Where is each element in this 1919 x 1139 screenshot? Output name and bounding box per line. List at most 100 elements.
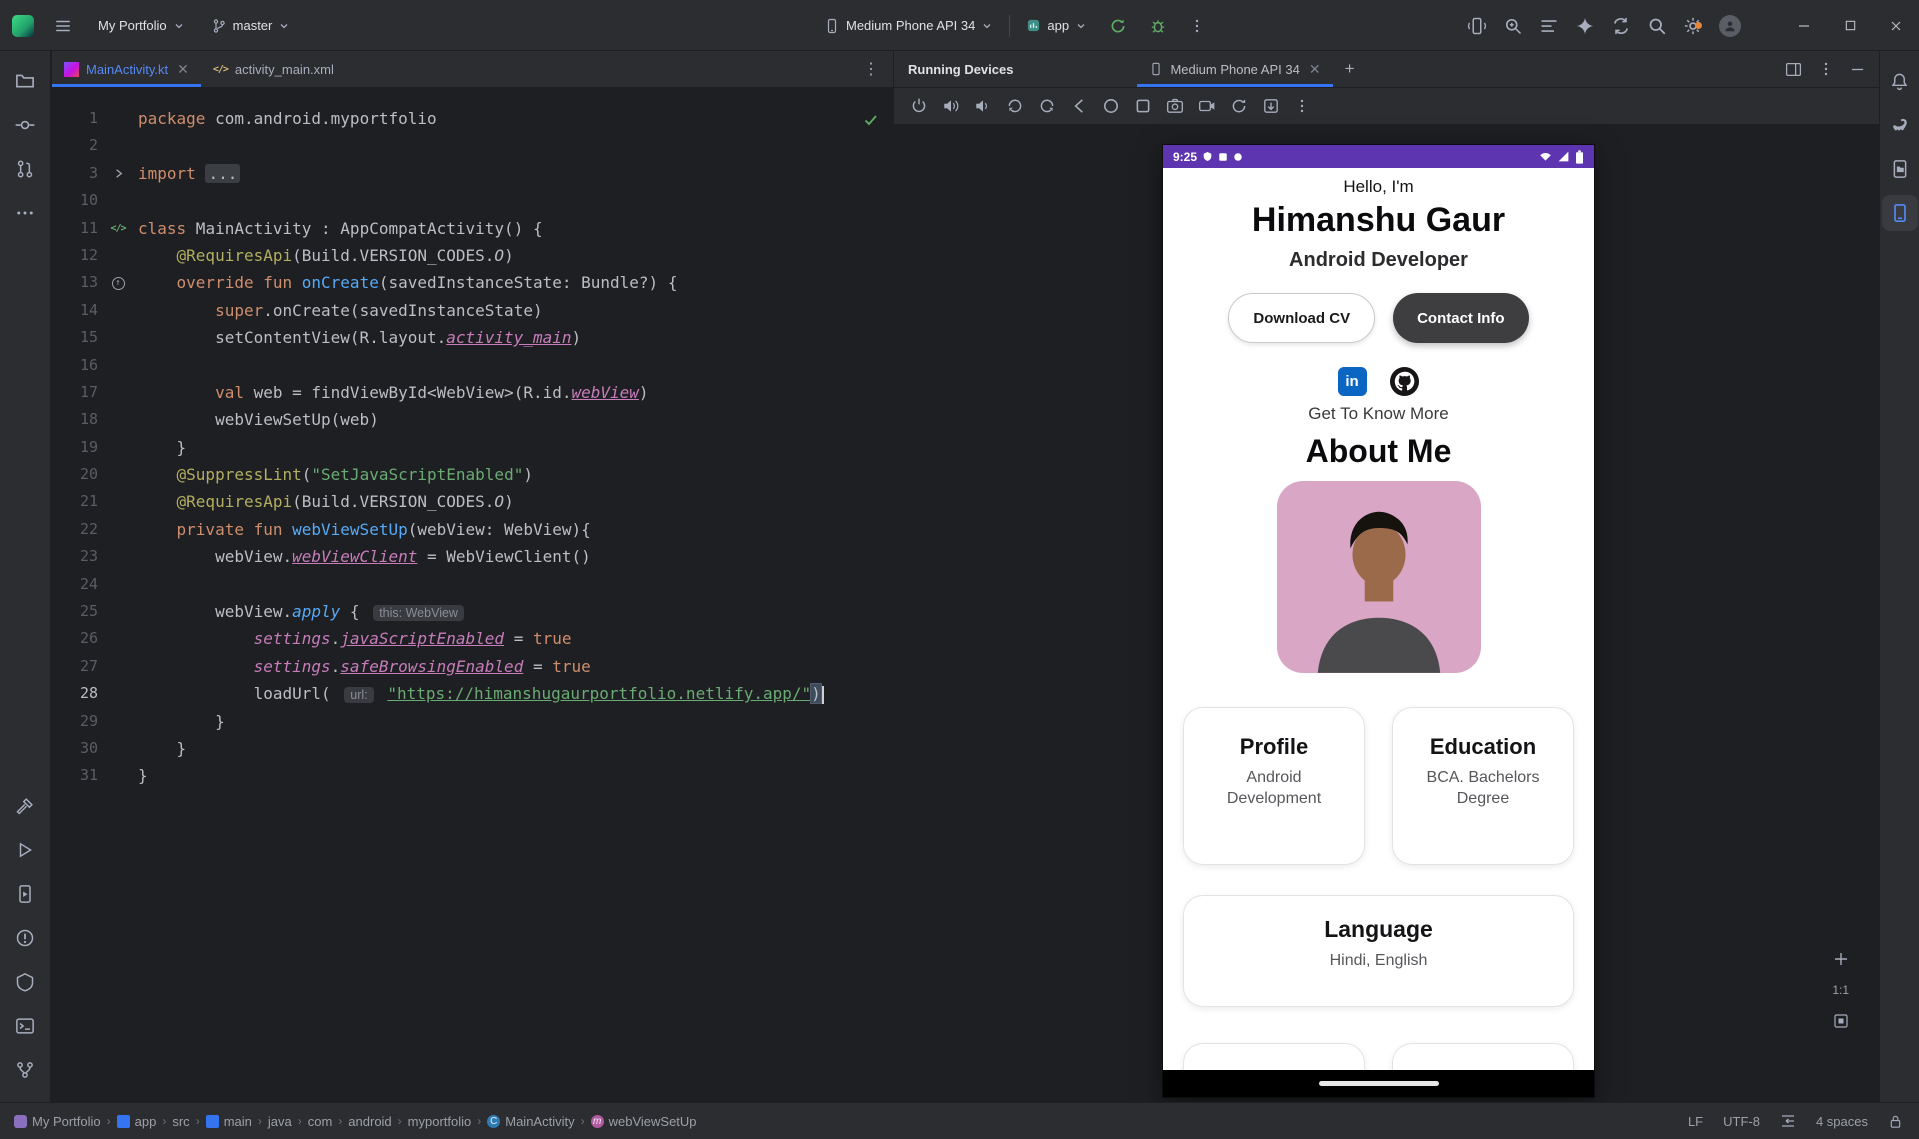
language-card[interactable]: Language Hindi, English <box>1183 895 1574 1007</box>
restart-icon[interactable] <box>1230 97 1248 115</box>
code-line[interactable]: 19 } <box>52 434 893 461</box>
breadcrumb-item[interactable]: m webViewSetUp <box>590 1114 697 1129</box>
rotate-right-icon[interactable] <box>1038 97 1056 115</box>
device-tab[interactable]: Medium Phone API 34 ✕ <box>1137 51 1333 87</box>
running-devices-button[interactable] <box>1881 195 1918 231</box>
gemini-icon[interactable] <box>1575 16 1595 36</box>
inspections-ok-icon[interactable] <box>863 112 879 128</box>
close-button[interactable] <box>1873 0 1919 51</box>
code-line[interactable]: 31} <box>52 762 893 789</box>
zoom-ratio-label[interactable]: 1:1 <box>1832 983 1849 997</box>
linkedin-icon[interactable]: in <box>1337 367 1367 396</box>
find-in-files-icon[interactable] <box>1503 16 1523 36</box>
back-icon[interactable] <box>1070 97 1088 115</box>
build-tool-button[interactable] <box>7 788 43 824</box>
sync-project-icon[interactable] <box>1611 16 1631 36</box>
breadcrumb-item[interactable]: My Portfolio <box>14 1114 101 1129</box>
more-actions-button[interactable] <box>1183 14 1211 38</box>
terminal-tool-button[interactable] <box>7 1008 43 1044</box>
project-tool-button[interactable] <box>7 63 43 99</box>
breadcrumb-item[interactable]: myportfolio <box>408 1114 472 1129</box>
line-separator-widget[interactable]: LF <box>1688 1114 1703 1129</box>
more-vertical-icon[interactable] <box>1294 98 1310 114</box>
run-tool-button[interactable] <box>7 832 43 868</box>
github-icon[interactable] <box>1389 366 1420 397</box>
code-line[interactable]: 24 <box>52 571 893 598</box>
tab-close-icon[interactable]: ✕ <box>177 61 189 78</box>
screenshot-icon[interactable] <box>1166 97 1184 115</box>
tab-options-button[interactable]: ⋮ <box>849 59 893 79</box>
overview-icon[interactable] <box>1134 97 1152 115</box>
code-line[interactable]: 13 ↑ override fun onCreate(savedInstanceS… <box>52 269 893 296</box>
main-menu-button[interactable] <box>48 13 78 39</box>
settings-button[interactable] <box>1683 16 1703 36</box>
version-control-tool-button[interactable] <box>7 1052 43 1088</box>
rerun-button[interactable] <box>1103 13 1133 39</box>
code-line[interactable]: 28 loadUrl( url: "https://himanshugaurpo… <box>52 680 893 707</box>
logcat-icon[interactable] <box>1539 16 1559 36</box>
code-line[interactable]: 17 val web = findViewById<WebView>(R.id.… <box>52 379 893 406</box>
code-line[interactable]: 25 webView.apply { this: WebView <box>52 598 893 625</box>
minimize-button[interactable] <box>1781 0 1827 51</box>
screen-record-icon[interactable] <box>1198 97 1216 115</box>
education-card[interactable]: Education BCA. Bachelors Degree <box>1392 707 1574 865</box>
power-icon[interactable] <box>910 97 928 115</box>
account-avatar[interactable] <box>1719 14 1741 37</box>
volume-down-icon[interactable] <box>974 97 992 115</box>
more-tool-windows-button[interactable] <box>7 195 43 231</box>
indent-widget[interactable]: 4 spaces <box>1816 1114 1868 1129</box>
download-cv-button[interactable]: Download CV <box>1228 293 1376 343</box>
vcs-branch-widget[interactable]: master <box>205 14 297 38</box>
code-line[interactable]: 11 </> class MainActivity : AppCompatActiv… <box>52 215 893 242</box>
lock-icon[interactable] <box>1888 1114 1903 1129</box>
code-line[interactable]: 30 } <box>52 735 893 762</box>
code-line[interactable]: 2 <box>52 132 893 159</box>
code-line[interactable]: 15 setContentView(R.layout.activity_main… <box>52 324 893 351</box>
code-line[interactable]: 29 } <box>52 708 893 735</box>
overrides-icon[interactable]: ↑ <box>98 269 138 296</box>
rotate-left-icon[interactable] <box>1006 97 1024 115</box>
breadcrumb-item[interactable]: src <box>172 1114 189 1129</box>
breadcrumb-item[interactable]: app <box>116 1114 156 1129</box>
split-view-icon[interactable] <box>1785 61 1802 78</box>
code-line[interactable]: 22 private fun webViewSetUp(webView: Web… <box>52 516 893 543</box>
code-line[interactable]: 21 @RequiresApi(Build.VERSION_CODES.O) <box>52 488 893 515</box>
code-line[interactable]: 3 import ... <box>52 160 893 187</box>
snapshots-icon[interactable] <box>1262 97 1280 115</box>
tab-close-icon[interactable]: ✕ <box>1309 61 1321 78</box>
code-line[interactable]: 26 settings.javaScriptEnabled = true <box>52 625 893 652</box>
search-everywhere-icon[interactable] <box>1647 16 1667 36</box>
fit-to-screen-icon[interactable] <box>1833 1013 1849 1029</box>
indent-icon[interactable] <box>1780 1113 1796 1129</box>
tab-activity-main-xml[interactable]: </> activity_main.xml <box>201 51 346 87</box>
device-explorer-button[interactable] <box>1882 151 1918 187</box>
encoding-widget[interactable]: UTF-8 <box>1723 1114 1760 1129</box>
home-icon[interactable] <box>1102 97 1120 115</box>
contact-info-button[interactable]: Contact Info <box>1393 293 1529 343</box>
device-manager-tool-button[interactable] <box>7 876 43 912</box>
app-quality-insights-tool-button[interactable] <box>7 964 43 1000</box>
project-widget[interactable]: My Portfolio <box>92 14 191 37</box>
breadcrumb-item[interactable]: java <box>268 1114 292 1129</box>
debug-button[interactable] <box>1143 13 1173 39</box>
commit-tool-button[interactable] <box>7 107 43 143</box>
code-line[interactable]: 16 <box>52 352 893 379</box>
code-line[interactable]: 18 webViewSetUp(web) <box>52 406 893 433</box>
run-configuration-selector[interactable]: app <box>1020 14 1093 37</box>
profile-card[interactable]: Profile Android Development <box>1183 707 1365 865</box>
volume-up-icon[interactable] <box>942 97 960 115</box>
code-line[interactable]: 14 super.onCreate(savedInstanceState) <box>52 297 893 324</box>
zoom-in-icon[interactable] <box>1833 951 1849 967</box>
maximize-button[interactable] <box>1827 0 1873 51</box>
tab-mainactivity[interactable]: MainActivity.kt ✕ <box>52 51 201 87</box>
breadcrumb-item[interactable]: com <box>308 1114 333 1129</box>
gradle-tool-button[interactable] <box>1882 107 1918 143</box>
code-line[interactable]: 23 webView.webViewClient = WebViewClient… <box>52 543 893 570</box>
more-vertical-icon[interactable] <box>1818 61 1834 77</box>
emulator-screen[interactable]: 9:25 Hello, I'm Himanshu Gaur Android De… <box>1163 145 1594 1097</box>
notifications-button[interactable] <box>1882 63 1918 99</box>
code-editor[interactable]: 1 package com.android.myportfolio 2 3 import… <box>52 88 893 1102</box>
breadcrumb-item[interactable]: C MainActivity <box>487 1114 575 1129</box>
problems-tool-button[interactable] <box>7 920 43 956</box>
code-line[interactable]: 20 @SuppressLint("SetJavaScriptEnabled") <box>52 461 893 488</box>
